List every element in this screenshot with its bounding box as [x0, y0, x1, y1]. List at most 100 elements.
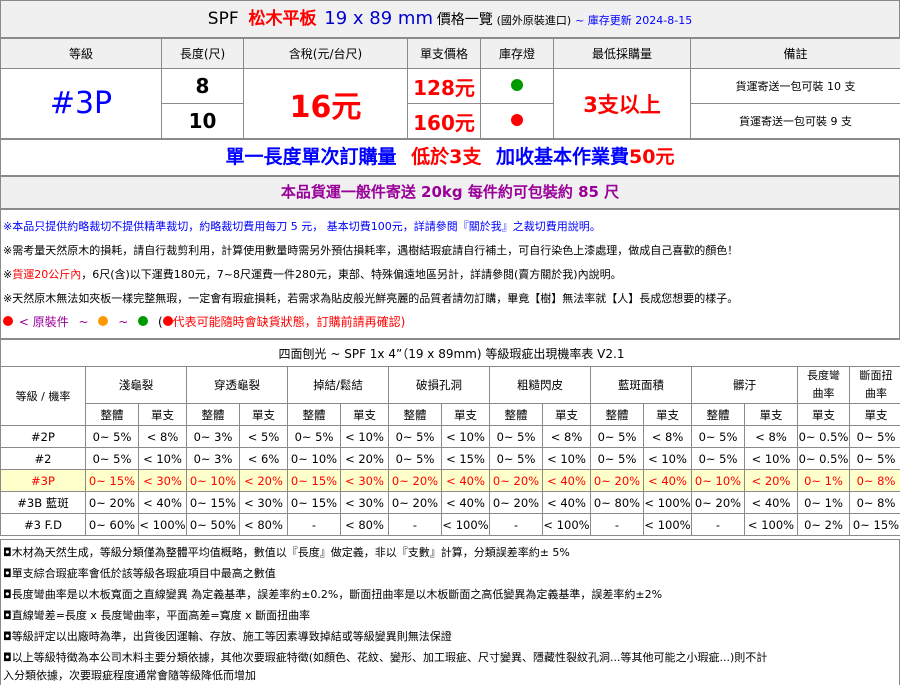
title-bar: SPF 松木平板 19 x 89 mm 價格一覽 (國外原裝進口) ~ 庫存更新…	[0, 0, 900, 38]
title-size: 19 x 89 mm	[324, 8, 433, 29]
sub-header-single: 單支	[848, 403, 900, 426]
note-1-text: ※本品只提供約略裁切不提供精準裁切，約略裁切費用每刀 5 元， 基本切費100元…	[3, 220, 601, 233]
sub-header-overall: 整體	[691, 403, 745, 426]
row-value: < 40%	[643, 469, 692, 492]
group-header: 粗糙閃皮	[489, 366, 591, 404]
row-value: < 100%	[744, 513, 798, 536]
row-value: < 10%	[542, 447, 591, 470]
row-value: 0~ 3%	[186, 425, 240, 448]
legend-paren: (	[157, 315, 163, 329]
table-row: #3 F.D 0~ 60% < 100% 0~ 50% < 80% - < 80% - < 10…	[0, 513, 900, 536]
title-spf: SPF	[207, 9, 239, 29]
note-3-prefix: ※	[3, 268, 13, 281]
header-length: 長度(尺)	[161, 38, 244, 69]
defect-table: 四面刨光 ~ SPF 1x 4”（19 x 89mm) 等級瑕疵出現機率表 V2…	[0, 339, 900, 536]
length-10: 10	[161, 103, 244, 139]
row-value: -	[388, 513, 442, 536]
sub-header-single: 單支	[138, 403, 187, 426]
table-row: #2P 0~ 5% < 8% 0~ 3% < 5% 0~ 5% < 10% 0~ 5% < 10…	[0, 425, 900, 448]
bend-header: 長度彎曲率	[797, 366, 850, 404]
title-suffix: 價格一覽	[436, 12, 493, 28]
sub-header-overall: 整體	[287, 403, 341, 426]
sub-header-single: 單支	[542, 403, 591, 426]
legend-tilde: ~	[78, 315, 89, 329]
row-value: 0~ 15%	[287, 469, 341, 492]
shipping-text: 本品貨運一般件寄送 20kg 每件約可包裝約 85 尺	[280, 183, 620, 201]
row-value: < 40%	[542, 469, 591, 492]
twist-header-text: 斷面扭曲率	[859, 369, 893, 400]
sub-header-single: 單支	[441, 403, 490, 426]
sub-header-single: 單支	[340, 403, 389, 426]
row-value: < 100%	[138, 513, 187, 536]
footnote: ◘以上等級特徵為本公司木料主要分類依據，其他次要瑕疵特徵(如顏色、花紋、變形、加…	[3, 651, 768, 664]
sub-header-single: 單支	[643, 403, 692, 426]
bend-header-text: 長度彎曲率	[807, 369, 840, 400]
row-grade: #3P	[0, 469, 86, 492]
title-origin: (國外原裝進口)	[496, 14, 572, 27]
row-value: 0~ 5%	[85, 425, 139, 448]
row-value: 0~ 1%	[797, 469, 850, 492]
legend-warning: 代表可能隨時會缺貨狀態，訂購前請再確認)	[172, 315, 406, 329]
min-purchase-value: 3支以上	[553, 68, 691, 139]
group-header: 掉結/鬆結	[287, 366, 389, 404]
footnotes-block: ◘木材為天然生成，等級分類僅為整體平均值概略，數值以『長度』做定義，非以『支數』…	[0, 539, 900, 685]
row-value: 0~ 5%	[85, 447, 139, 470]
group-header: 破損孔洞	[388, 366, 490, 404]
row-value: < 8%	[643, 425, 692, 448]
sub-header-overall: 整體	[186, 403, 240, 426]
page: SPF 松木平板 19 x 89 mm 價格一覽 (國外原裝進口) ~ 庫存更新…	[0, 0, 900, 685]
row-value: 0~ 5%	[691, 425, 745, 448]
row-value: 0~ 10%	[691, 469, 745, 492]
row-value: < 10%	[340, 425, 389, 448]
row-value: 0~ 5%	[489, 447, 543, 470]
row-value: < 20%	[340, 447, 389, 470]
footnote: ◘直線彎差=長度 x 長度彎曲率，平面高差=寬度 x 斷面扭曲率	[3, 609, 311, 622]
row-value: 0~ 5%	[590, 425, 644, 448]
footnote: 入分類依據，次要瑕疵程度通常會隨等級降低而增加	[3, 669, 256, 682]
note-4-text: ※天然原木無法如夾板一樣完整無瑕，一定會有瑕疵損耗，若需求為貼皮般光鮮亮麗的品質…	[3, 292, 739, 305]
min-order-banner: 單一長度單次訂購量 低於3支 加收基本作業費50元	[0, 139, 900, 176]
group-header: 髒汙	[691, 366, 798, 404]
red-dot-icon	[3, 316, 13, 326]
row-value: < 5%	[239, 425, 288, 448]
row-value: < 80%	[239, 513, 288, 536]
header-stock-light: 庫存燈	[480, 38, 554, 69]
row-value: < 40%	[542, 491, 591, 514]
row-value: 0~ 60%	[85, 513, 139, 536]
note-3: ※貨運20公斤內，6尺(含)以下運費180元，7~8尺運費一件280元，東部、特…	[3, 266, 622, 282]
title-updated: ~ 庫存更新 2024-8-15	[575, 14, 693, 27]
legend-label: < 原裝件	[18, 315, 69, 329]
length-8: 8	[161, 68, 244, 104]
row-value: 0~ 10%	[287, 447, 341, 470]
row-value: 0~ 80%	[590, 491, 644, 514]
row-grade: #2P	[0, 425, 86, 448]
row-value: 0~ 3%	[186, 447, 240, 470]
header-unit-price: 單支價格	[407, 38, 481, 69]
row-value: 0~ 2%	[797, 513, 850, 536]
header-tax-price: 含稅(元/台尺)	[243, 38, 408, 69]
row-value: -	[489, 513, 543, 536]
footnote: ◘長度彎曲率是以木板寬面之直線變異 為定義基準，誤差率約±0.2%，斷面扭曲率是…	[3, 588, 663, 601]
sub-header-overall: 整體	[489, 403, 543, 426]
row-value: 0~ 5%	[848, 447, 900, 470]
tax-price-value: 16元	[243, 68, 408, 139]
row-value: < 15%	[441, 447, 490, 470]
row-value: < 40%	[138, 491, 187, 514]
row-value: 0~ 5%	[388, 425, 442, 448]
row-value: < 10%	[744, 447, 798, 470]
notes-block: ※本品只提供約略裁切不提供精準裁切，約略裁切費用每刀 5 元， 基本切費100元…	[0, 209, 900, 339]
group-header: 淺龜裂	[85, 366, 187, 404]
grade-prob-header: 等級 / 機率	[0, 366, 86, 426]
sub-header-overall: 整體	[590, 403, 644, 426]
row-value: 0~ 5%	[848, 425, 900, 448]
row-value: 0~ 5%	[287, 425, 341, 448]
row-value: 0~ 15%	[85, 469, 139, 492]
row-value: < 30%	[340, 491, 389, 514]
row-value: 0~ 20%	[489, 469, 543, 492]
row-value: -	[691, 513, 745, 536]
note-3-text: ，6尺(含)以下運費180元，7~8尺運費一件280元，東部、特殊偏遠地區另計，…	[81, 268, 622, 281]
header-min-purchase: 最低採購量	[553, 38, 691, 69]
note-4: ※天然原木無法如夾板一樣完整無瑕，一定會有瑕疵損耗，若需求為貼皮般光鮮亮麗的品質…	[3, 290, 738, 306]
footnote: ◘木材為天然生成，等級分類僅為整體平均值概略，數值以『長度』做定義，非以『支數』…	[3, 546, 570, 559]
row-value: 0~ 20%	[388, 491, 442, 514]
